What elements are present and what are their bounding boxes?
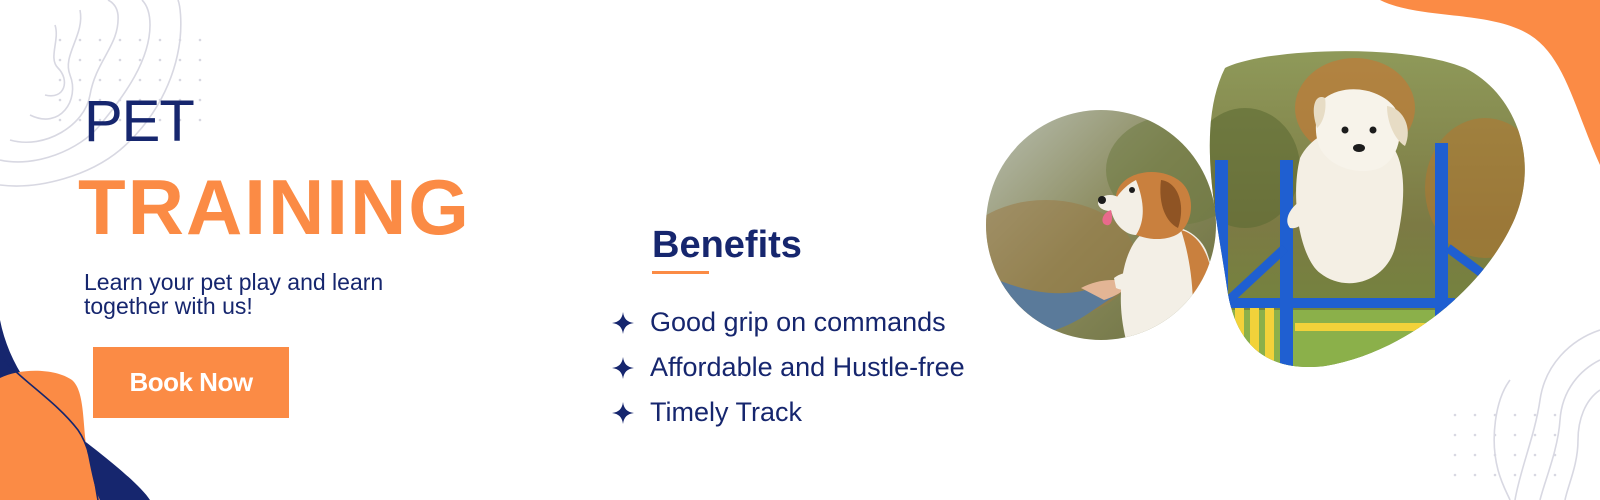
dot-grid-decoration-right: [1453, 413, 1557, 477]
list-item: Timely Track: [612, 390, 965, 435]
sparkle-star-icon: [612, 311, 634, 334]
hero-title-training: TRAINING: [78, 163, 471, 251]
sparkle-star-icon: [612, 356, 634, 379]
list-item: Good grip on commands: [612, 300, 965, 345]
benefit-label: Affordable and Hustle-free: [650, 352, 965, 382]
benefit-label: Timely Track: [650, 397, 803, 427]
benefits-heading: Benefits: [652, 224, 802, 266]
retriever-agility-photo: [1209, 51, 1525, 368]
sparkle-star-icon: [612, 401, 634, 424]
benefits-list: Good grip on commands Affordable and Hus…: [612, 300, 965, 435]
benefit-label: Good grip on commands: [650, 307, 946, 337]
benefits-underline: [652, 271, 709, 274]
hero-title-pet: PET: [84, 89, 195, 154]
beagle-photo: [986, 110, 1216, 340]
book-now-button[interactable]: Book Now: [93, 347, 289, 418]
list-item: Affordable and Hustle-free: [612, 345, 965, 390]
hero-tagline: Learn your pet play and learn together w…: [84, 269, 384, 319]
